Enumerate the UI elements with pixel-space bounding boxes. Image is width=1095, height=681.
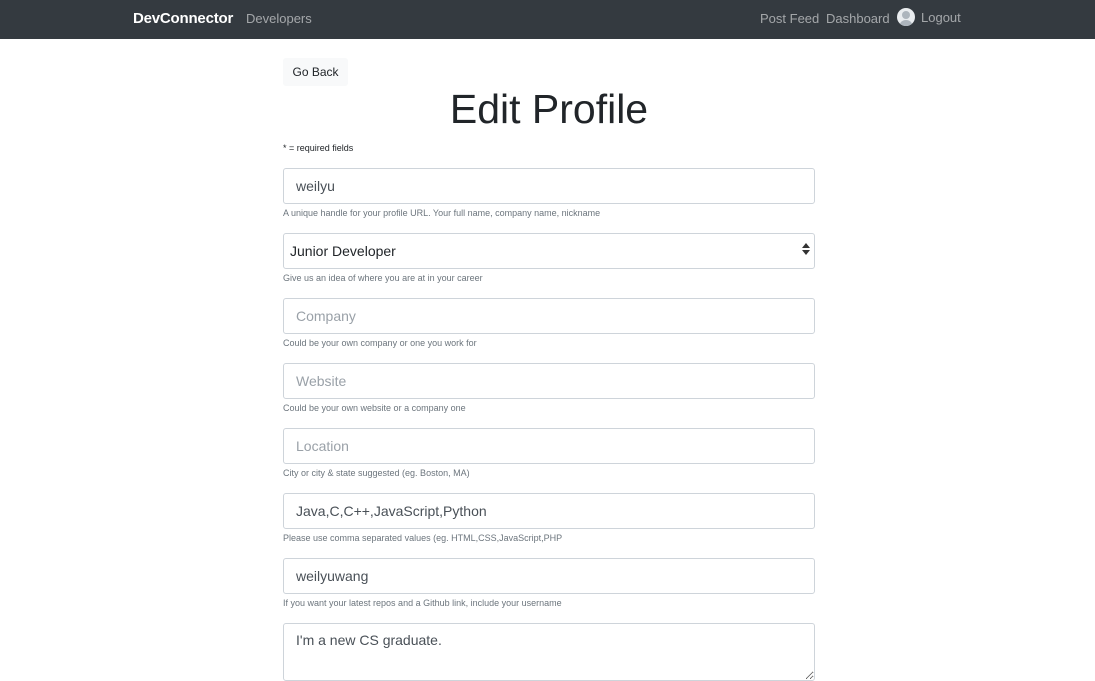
navbar: DevConnector Developers Post Feed Dashbo…: [0, 0, 1095, 39]
handle-input[interactable]: [283, 168, 815, 204]
bio-textarea[interactable]: I'm a new CS graduate.: [283, 623, 815, 681]
avatar-icon: [897, 8, 915, 26]
location-help-text: City or city & state suggested (eg. Bost…: [283, 468, 470, 478]
logout-label: Logout: [921, 9, 961, 25]
location-input[interactable]: [283, 428, 815, 464]
handle-help-text: A unique handle for your profile URL. Yo…: [283, 208, 601, 218]
skills-help-text: Please use comma separated values (eg. H…: [283, 533, 563, 543]
company-input[interactable]: [283, 298, 815, 334]
company-help-text: Could be your own company or one you wor…: [283, 338, 477, 348]
status-selected-value: Junior Developer: [290, 243, 396, 259]
brand-link[interactable]: DevConnector: [133, 10, 233, 27]
nav-logout-link[interactable]: Logout: [897, 8, 961, 26]
nav-dashboard-link[interactable]: Dashboard: [826, 11, 890, 26]
status-select[interactable]: Junior Developer: [283, 233, 815, 269]
go-back-button[interactable]: Go Back: [283, 58, 348, 86]
github-help-text: If you want your latest repos and a Gith…: [283, 598, 562, 608]
required-fields-note: * = required fields: [283, 143, 354, 153]
status-help-text: Give us an idea of where you are at in y…: [283, 273, 483, 283]
github-username-input[interactable]: [283, 558, 815, 594]
select-arrows-icon: [802, 243, 810, 259]
page-title: Edit Profile: [449, 86, 649, 132]
website-help-text: Could be your own website or a company o…: [283, 403, 466, 413]
website-input[interactable]: [283, 363, 815, 399]
nav-post-feed-link[interactable]: Post Feed: [760, 11, 819, 26]
skills-input[interactable]: [283, 493, 815, 529]
nav-developers-link[interactable]: Developers: [246, 11, 312, 26]
